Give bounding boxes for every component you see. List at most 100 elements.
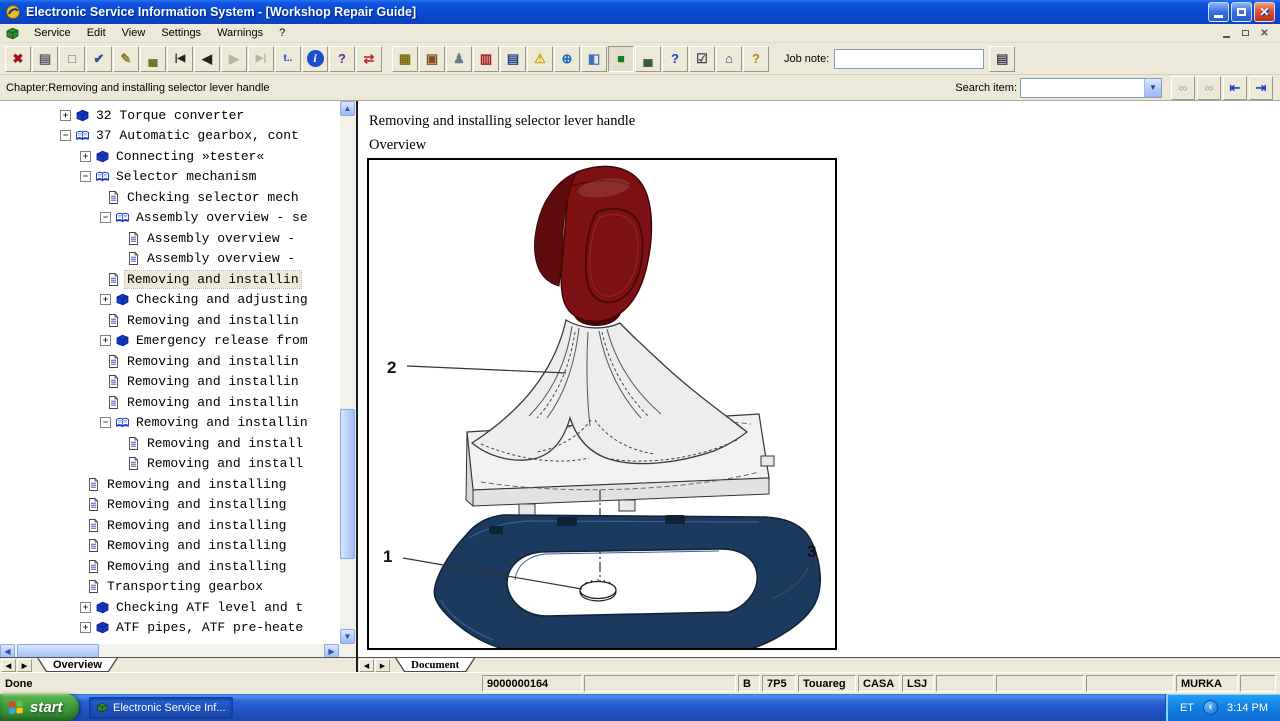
tree-collapse-icon[interactable]: − <box>60 130 71 141</box>
tree-collapse-icon[interactable]: − <box>80 171 91 182</box>
menu-edit[interactable]: Edit <box>79 25 114 41</box>
restore-button[interactable] <box>1231 2 1252 22</box>
print-button[interactable]: ▤ <box>32 46 58 72</box>
tree-item[interactable]: +Checking ATF level and t <box>0 597 340 618</box>
car-query-button[interactable]: ? <box>662 46 688 72</box>
mdi-restore-button[interactable] <box>1237 26 1254 40</box>
tree-item[interactable]: −Assembly overview - se <box>0 208 340 229</box>
repair-manual-button[interactable]: ▥ <box>473 46 499 72</box>
tree-item[interactable]: +Connecting »tester« <box>0 146 340 167</box>
tree-item[interactable]: Removing and installin <box>0 372 340 393</box>
menu-[interactable]: ? <box>271 25 293 41</box>
minimize-button[interactable] <box>1208 2 1229 22</box>
tree-item[interactable]: +Emergency release from <box>0 331 340 352</box>
verify-document-button[interactable]: ✔ <box>86 46 112 72</box>
tree-item[interactable]: Transporting gearbox <box>0 577 340 598</box>
tree-expand-icon[interactable]: + <box>100 294 111 305</box>
vertical-scroll-thumb[interactable] <box>340 409 355 559</box>
tree-vertical-scrollbar[interactable]: ▲ ▼ <box>340 101 356 660</box>
taskbar-task-button[interactable]: Electronic Service Inf... <box>89 697 233 719</box>
menu-settings[interactable]: Settings <box>153 25 209 41</box>
chevron-down-icon[interactable]: ▼ <box>1144 79 1161 97</box>
menu-warnings[interactable]: Warnings <box>209 25 271 41</box>
tree-item[interactable]: Removing and installin <box>0 310 340 331</box>
search-item-input[interactable] <box>1021 79 1144 97</box>
tree-item[interactable]: Removing and install <box>0 454 340 475</box>
go-last-button[interactable]: ▶| <box>248 46 274 72</box>
tray-chevron-icon[interactable]: ‹ <box>1203 700 1218 715</box>
tab-overview[interactable]: Overview <box>37 658 118 672</box>
exit-button[interactable]: ✖ <box>5 46 31 72</box>
note-button[interactable]: ✎ <box>113 46 139 72</box>
menu-service[interactable]: Service <box>26 25 79 41</box>
tree-item[interactable]: Checking selector mech <box>0 187 340 208</box>
car-button[interactable]: ▄ <box>635 46 661 72</box>
job-note-properties-button[interactable]: ▤ <box>989 46 1015 72</box>
tray-language-indicator[interactable]: ET <box>1180 702 1194 714</box>
find-previous-button[interactable]: ∞ <box>1171 76 1195 100</box>
wallet-button[interactable]: ■ <box>608 46 634 72</box>
mdi-close-button[interactable]: ✕ <box>1256 26 1273 40</box>
paint-button[interactable]: ◧ <box>581 46 607 72</box>
tree-item[interactable]: +ATF pipes, ATF pre-heate <box>0 618 340 639</box>
vehicle-button[interactable]: ▄ <box>140 46 166 72</box>
tree-item[interactable]: −37 Automatic gearbox, cont <box>0 126 340 147</box>
history-button[interactable]: t.. <box>275 46 301 72</box>
tree-item[interactable]: Removing and installin <box>0 351 340 372</box>
tree-expand-icon[interactable]: + <box>80 622 91 633</box>
job-note-input[interactable] <box>834 49 984 69</box>
go-first-button[interactable]: |◀ <box>167 46 193 72</box>
tree-item[interactable]: Removing and installing <box>0 474 340 495</box>
jump-next-button[interactable]: ⇥ <box>1249 76 1273 100</box>
tree-collapse-icon[interactable]: − <box>100 417 111 428</box>
mdi-minimize-button[interactable] <box>1218 26 1235 40</box>
tree-item[interactable]: Assembly overview - <box>0 228 340 249</box>
close-button[interactable]: ✕ <box>1254 2 1275 22</box>
tab-scroll-right-icon[interactable]: ▶ <box>17 659 32 672</box>
jump-previous-button[interactable]: ⇤ <box>1223 76 1247 100</box>
tree-item[interactable]: Assembly overview - <box>0 249 340 270</box>
scroll-down-icon[interactable]: ▼ <box>340 629 355 644</box>
globe-button[interactable]: ⊕ <box>554 46 580 72</box>
go-next-button[interactable]: ▶ <box>221 46 247 72</box>
new-document-button[interactable]: □ <box>59 46 85 72</box>
start-button[interactable]: start <box>0 694 79 721</box>
help-button[interactable]: ? <box>329 46 355 72</box>
tree-item[interactable]: +32 Torque converter <box>0 105 340 126</box>
tree-item[interactable]: Removing and installing <box>0 495 340 516</box>
menu-view[interactable]: View <box>114 25 154 41</box>
document-list-button[interactable]: ▤ <box>500 46 526 72</box>
tree-expand-icon[interactable]: + <box>100 335 111 346</box>
tree-collapse-icon[interactable]: − <box>100 212 111 223</box>
tree-item[interactable]: +Checking and adjusting <box>0 290 340 311</box>
go-previous-button[interactable]: ◀ <box>194 46 220 72</box>
document-menu-icon[interactable] <box>5 26 20 41</box>
tree-item[interactable]: −Selector mechanism <box>0 167 340 188</box>
tree-item[interactable]: Removing and install <box>0 433 340 454</box>
checklist-button[interactable]: ☑ <box>689 46 715 72</box>
tab-scroll-left-icon[interactable]: ◀ <box>1 659 16 672</box>
report-button[interactable]: ▦ <box>392 46 418 72</box>
tree-expand-icon[interactable]: + <box>60 110 71 121</box>
warning-button[interactable]: ⚠ <box>527 46 553 72</box>
transfer-button[interactable]: ⇄ <box>356 46 382 72</box>
tree-item[interactable]: Removing and installin <box>0 392 340 413</box>
document-query-button[interactable]: ? <box>743 46 769 72</box>
tree-item[interactable]: −Removing and installin <box>0 413 340 434</box>
tree-item[interactable]: Removing and installing <box>0 515 340 536</box>
tree-item[interactable]: Removing and installing <box>0 556 340 577</box>
find-next-button[interactable]: ∞ <box>1197 76 1221 100</box>
tree-item[interactable]: Removing and installin <box>0 269 340 290</box>
workshop-button[interactable]: ⌂ <box>716 46 742 72</box>
customer-button[interactable]: ♟ <box>446 46 472 72</box>
info-button[interactable]: i <box>302 46 328 72</box>
tab-document[interactable]: Document <box>395 658 475 672</box>
tree-expand-icon[interactable]: + <box>80 151 91 162</box>
tree-item[interactable]: Removing and installing <box>0 536 340 557</box>
search-item-combobox[interactable]: ▼ <box>1020 78 1162 98</box>
tab-scroll-left-icon[interactable]: ◀ <box>359 659 374 672</box>
scroll-up-icon[interactable]: ▲ <box>340 101 355 116</box>
parts-parcel-button[interactable]: ▣ <box>419 46 445 72</box>
tree-expand-icon[interactable]: + <box>80 602 91 613</box>
tab-scroll-right-icon[interactable]: ▶ <box>375 659 390 672</box>
